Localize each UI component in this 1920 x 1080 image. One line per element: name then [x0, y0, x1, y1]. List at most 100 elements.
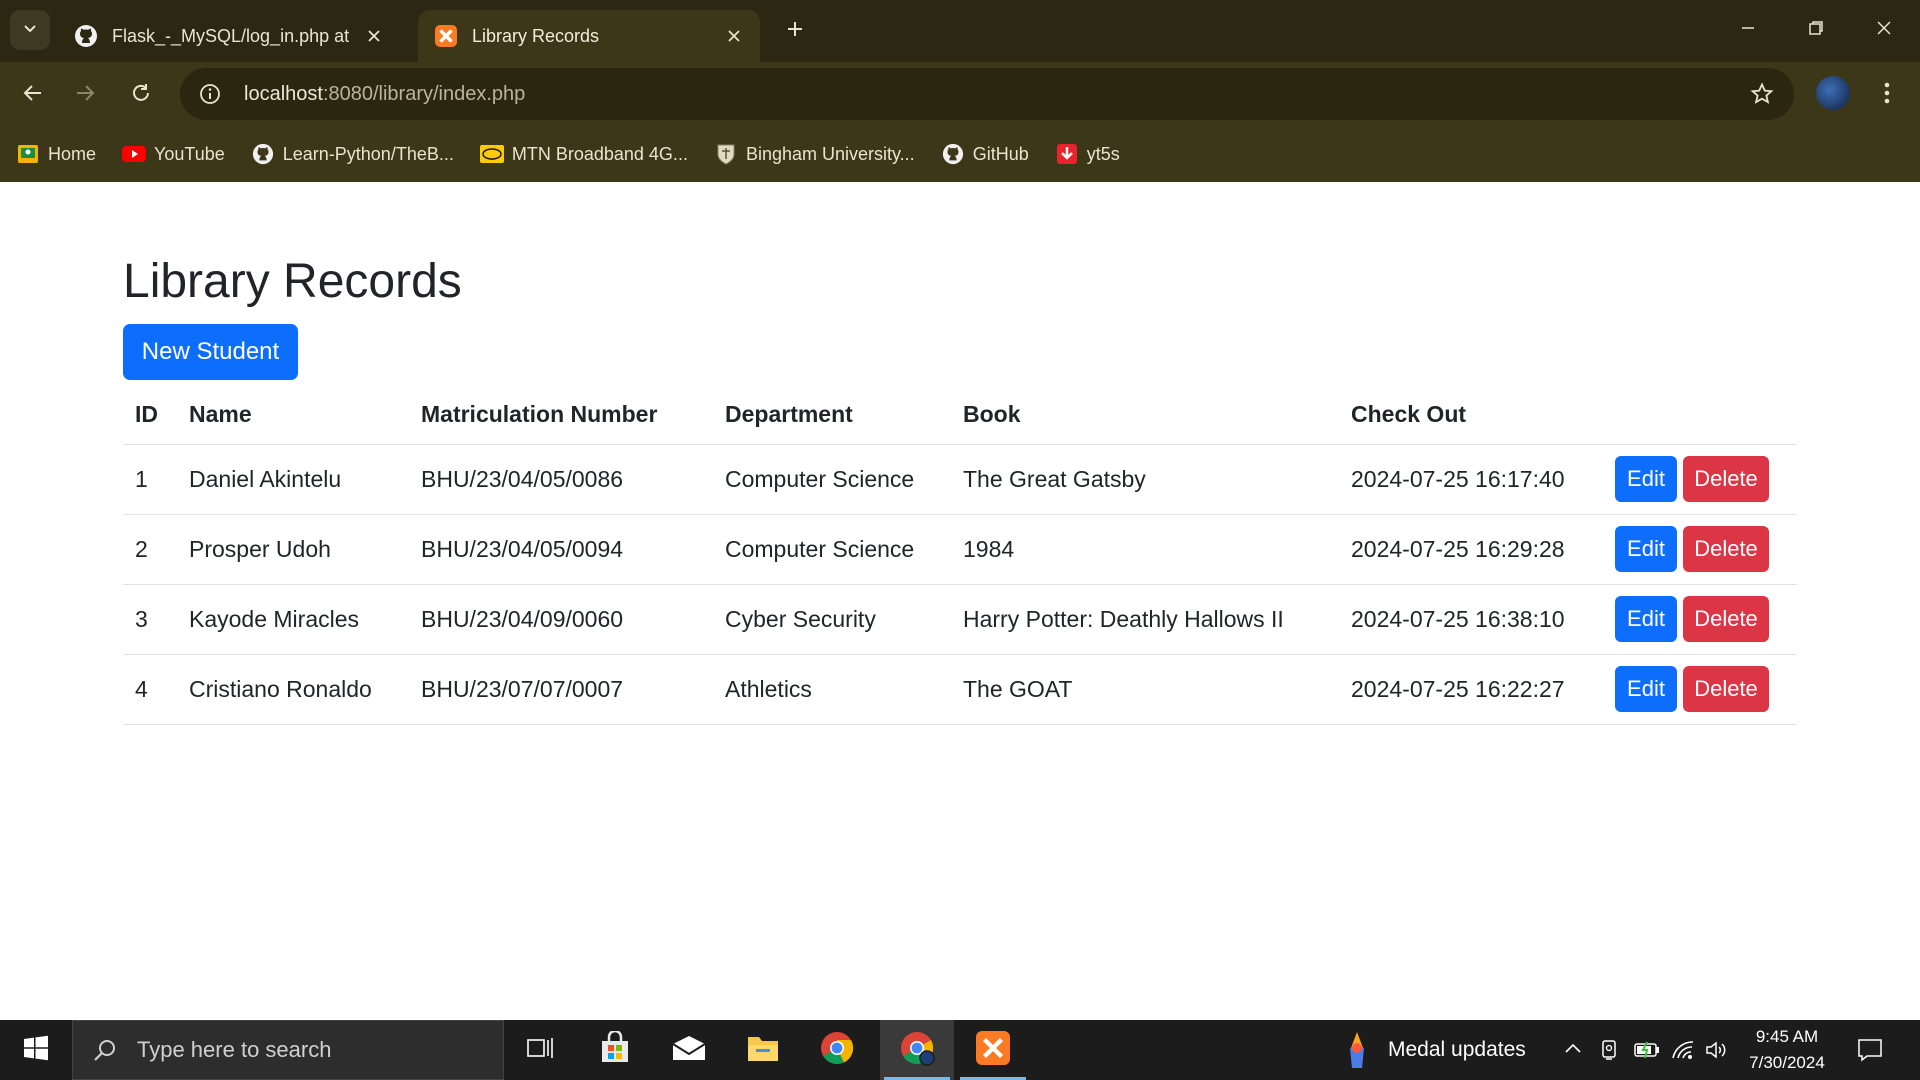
edit-button[interactable]: Edit [1615, 526, 1677, 572]
cell-checkout: 2024-07-25 16:38:10 [1339, 584, 1603, 655]
taskbar-search[interactable]: Type here to search [72, 1020, 504, 1080]
search-placeholder: Type here to search [137, 1037, 332, 1062]
xampp-icon [975, 1030, 1011, 1071]
bookmark-label: MTN Broadband 4G... [511, 143, 688, 164]
cell-name: Kayode Miracles [177, 584, 409, 655]
edit-button[interactable]: Edit [1615, 596, 1677, 642]
cell-actions: Edit Delete [1603, 514, 1797, 585]
restore-button[interactable] [1786, 8, 1846, 52]
cell-actions: Edit Delete [1603, 584, 1797, 655]
mail-icon [671, 1034, 707, 1067]
site-info-icon[interactable] [194, 78, 226, 110]
back-button[interactable] [12, 74, 54, 116]
delete-button[interactable]: Delete [1683, 456, 1769, 502]
close-icon[interactable] [364, 26, 384, 46]
cell-department: Computer Science [713, 514, 951, 585]
tab-library-records[interactable]: Library Records [418, 10, 760, 62]
minimize-button[interactable] [1718, 8, 1778, 52]
cell-name: Prosper Udoh [177, 514, 409, 585]
battery-icon[interactable] [1630, 1020, 1664, 1080]
url-path: :8080/library/index.php [322, 82, 526, 105]
cell-id: 2 [123, 514, 177, 585]
bookmark-bingham[interactable]: Bingham University... [714, 142, 915, 166]
cell-id: 3 [123, 584, 177, 655]
system-clock[interactable]: 9:45 AM 7/30/2024 [1736, 1024, 1838, 1076]
taskbar-file-explorer[interactable] [726, 1020, 800, 1080]
widget-label: Medal updates [1388, 1038, 1526, 1061]
table-row: 2 Prosper Udoh BHU/23/04/05/0094 Compute… [123, 514, 1797, 585]
device-icon[interactable] [1592, 1020, 1626, 1080]
bookmark-label: Bingham University... [745, 143, 915, 164]
column-header-matriculation: Matriculation Number [421, 401, 658, 428]
taskbar-xampp[interactable] [956, 1020, 1030, 1080]
notification-center-icon[interactable] [1852, 1032, 1888, 1068]
bookmark-home[interactable]: Home [16, 142, 96, 166]
profile-avatar[interactable] [1816, 76, 1850, 110]
delete-button[interactable]: Delete [1683, 526, 1769, 572]
cell-department: Computer Science [713, 444, 951, 515]
bookmark-mtn[interactable]: MTN Broadband 4G... [479, 142, 688, 166]
cell-checkout: 2024-07-25 16:22:27 [1339, 654, 1603, 725]
task-view-button[interactable] [504, 1020, 578, 1080]
task-view-icon [527, 1036, 555, 1065]
taskbar-mail[interactable] [652, 1020, 726, 1080]
cell-actions: Edit Delete [1603, 444, 1797, 515]
xampp-icon [434, 24, 458, 48]
medal-updates-widget[interactable]: Medal updates [1340, 1020, 1526, 1080]
bookmark-label: Learn-Python/TheB... [282, 143, 454, 164]
reload-button[interactable] [120, 74, 162, 116]
new-student-button[interactable]: New Student [123, 324, 298, 380]
cell-id: 1 [123, 444, 177, 515]
table-row: 4 Cristiano Ronaldo BHU/23/07/07/0007 At… [123, 654, 1797, 725]
cell-checkout: 2024-07-25 16:17:40 [1339, 444, 1603, 515]
column-header-actions [1603, 386, 1797, 444]
delete-button[interactable]: Delete [1683, 596, 1769, 642]
cell-id: 4 [123, 654, 177, 725]
tab-search-button[interactable] [10, 10, 50, 50]
delete-button[interactable]: Delete [1683, 666, 1769, 712]
search-icon [91, 1036, 119, 1064]
github-icon [74, 24, 98, 48]
bookmark-label: GitHub [972, 143, 1029, 164]
url-text: localhost:8080/library/index.php [244, 83, 525, 106]
browser-menu-icon[interactable] [1872, 76, 1902, 110]
forward-button[interactable] [64, 74, 106, 116]
bookmark-github[interactable]: GitHub [941, 142, 1029, 166]
chevron-down-icon [22, 20, 38, 41]
cell-book: 1984 [951, 514, 1339, 585]
volume-icon[interactable] [1700, 1020, 1734, 1080]
tab-strip: Flask_-_MySQL/log_in.php at m Library Re… [0, 0, 1920, 62]
bookmark-learn-python[interactable]: Learn-Python/TheB... [251, 142, 454, 166]
download-icon [1055, 142, 1079, 166]
show-hidden-icons-button[interactable] [1556, 1020, 1590, 1080]
close-icon [1876, 20, 1892, 41]
bookmark-star-icon[interactable] [1746, 78, 1778, 110]
new-tab-button[interactable] [778, 14, 812, 48]
youtube-icon [122, 142, 147, 166]
start-button[interactable] [0, 1020, 72, 1080]
edit-button[interactable]: Edit [1615, 666, 1677, 712]
records-table: ID Name Matriculation Number Department … [123, 386, 1797, 725]
column-header-department: Department [725, 401, 853, 428]
table-row: 1 Daniel Akintelu BHU/23/04/05/0086 Comp… [123, 444, 1797, 515]
plus-icon [786, 20, 804, 43]
bookmark-youtube[interactable]: YouTube [122, 142, 225, 166]
cell-matric: BHU/23/04/05/0086 [409, 444, 713, 515]
classroom-icon [16, 142, 40, 166]
taskbar-microsoft-store[interactable] [578, 1020, 652, 1080]
close-icon[interactable] [724, 26, 744, 46]
taskbar-chrome-profile[interactable] [880, 1020, 954, 1080]
cell-matric: BHU/23/04/05/0094 [409, 514, 713, 585]
wifi-icon[interactable] [1666, 1020, 1700, 1080]
tab-github[interactable]: Flask_-_MySQL/log_in.php at m [58, 10, 400, 62]
edit-button[interactable]: Edit [1615, 456, 1677, 502]
browser-chrome: Flask_-_MySQL/log_in.php at m Library Re… [0, 0, 1920, 182]
taskbar-chrome[interactable] [800, 1020, 874, 1080]
clock-date: 7/30/2024 [1749, 1053, 1825, 1072]
cell-checkout: 2024-07-25 16:29:28 [1339, 514, 1603, 585]
bookmark-label: YouTube [154, 143, 225, 164]
address-bar[interactable]: localhost:8080/library/index.php [180, 68, 1794, 120]
bookmark-yt5s[interactable]: yt5s [1055, 142, 1120, 166]
close-window-button[interactable] [1854, 8, 1914, 52]
tab-title: Flask_-_MySQL/log_in.php at m [112, 25, 354, 46]
